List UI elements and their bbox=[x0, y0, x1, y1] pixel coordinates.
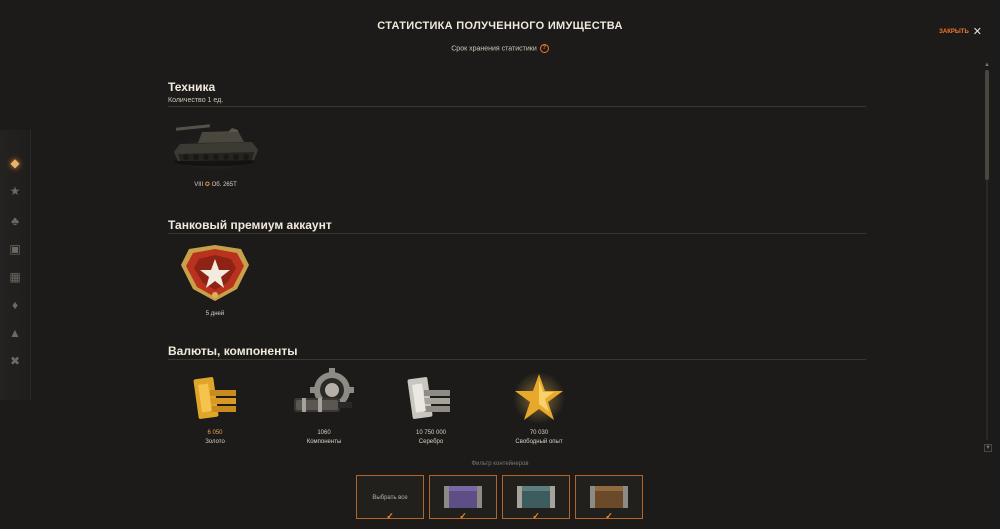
premium-divider bbox=[168, 233, 866, 234]
vehicles-divider bbox=[168, 106, 866, 107]
nav-item-equipment[interactable]: ▣ bbox=[6, 240, 24, 258]
tank-image bbox=[169, 124, 261, 170]
crew-icon: ♣ bbox=[11, 214, 19, 228]
nav-item-crew[interactable]: ♣ bbox=[6, 212, 24, 230]
components-icon bbox=[294, 368, 354, 412]
close-button[interactable]: ЗАКРЫТЬ ✕ bbox=[939, 26, 982, 38]
tank-tier: VIII bbox=[194, 182, 204, 188]
silver-label: Серебро bbox=[418, 439, 444, 445]
star-icon: ★ bbox=[9, 184, 21, 198]
tank-label: VIII ✪ Об. 265Т bbox=[168, 181, 263, 188]
tank-name: Об. 265Т bbox=[211, 182, 237, 188]
premium-section-title: Танковый премиум аккаунт bbox=[168, 218, 332, 232]
currencies-divider bbox=[168, 359, 866, 360]
nav-item-tools[interactable]: ✖ bbox=[6, 352, 24, 370]
storage-subtitle-text: Срок хранения статистики bbox=[451, 45, 537, 53]
tank-icon: ◆ bbox=[10, 156, 20, 170]
info-icon[interactable]: ? bbox=[539, 44, 549, 53]
silver-value: 10 750 000 bbox=[415, 430, 447, 436]
filter-container-3[interactable]: ✓ bbox=[575, 475, 643, 521]
vehicles-count: Количество 1 ед. bbox=[168, 97, 224, 104]
left-nav: ◆ ★ ♣ ▣ ▦ ♦ ▲ ✖ bbox=[0, 130, 31, 400]
nav-item-boosters[interactable]: ♦ bbox=[6, 296, 24, 314]
storage-subtitle: Срок хранения статистики? bbox=[0, 44, 1000, 53]
filter-container-1[interactable]: ✓ bbox=[429, 475, 497, 521]
select-all-label: Выбрать все bbox=[372, 495, 408, 501]
components-value: 1060 bbox=[317, 430, 331, 436]
gold-icon bbox=[193, 377, 236, 419]
tools-icon: ✖ bbox=[9, 354, 21, 368]
check-icon: ✓ bbox=[459, 511, 467, 521]
filter-select-all[interactable]: Выбрать все ✓ bbox=[356, 475, 424, 521]
free-xp-value: 70 030 bbox=[529, 430, 549, 436]
equipment-icon: ▣ bbox=[9, 242, 21, 256]
close-icon: ✕ bbox=[972, 26, 982, 38]
nav-item-ranks[interactable]: ▲ bbox=[6, 324, 24, 342]
booster-icon: ♦ bbox=[11, 298, 19, 312]
gold-value: 6 050 bbox=[207, 430, 223, 436]
components-label: Компоненты bbox=[306, 439, 342, 445]
check-icon: ✓ bbox=[605, 511, 613, 521]
scrollbar[interactable]: ▲ ▼ bbox=[984, 62, 992, 452]
scroll-thumb[interactable] bbox=[985, 70, 989, 180]
scroll-up-arrow[interactable]: ▲ bbox=[984, 62, 990, 68]
tank-card: VIII ✪ Об. 265Т bbox=[168, 118, 263, 188]
rank-icon: ▲ bbox=[9, 326, 21, 340]
nav-item-consumables[interactable]: ▦ bbox=[6, 268, 24, 286]
premium-duration: 5 дней bbox=[205, 311, 225, 317]
consumables-icon: ▦ bbox=[9, 270, 21, 284]
filter-container-2[interactable]: ✓ bbox=[502, 475, 570, 521]
free-xp-label: Свободный опыт bbox=[515, 439, 563, 445]
currencies-section-title: Валюты, компоненты bbox=[168, 344, 298, 358]
tank-nation-icon: ✪ bbox=[204, 182, 210, 188]
scroll-down-arrow[interactable]: ▼ bbox=[984, 444, 992, 452]
container-filter-label: Фильтр контейнеров bbox=[471, 461, 529, 467]
nav-item-premium[interactable]: ★ bbox=[6, 182, 24, 200]
free-xp-card: 70 030 Свободный опыт bbox=[504, 370, 574, 445]
silver-card: 10 750 000 Серебро bbox=[396, 370, 466, 445]
gold-card: 6 050 Золото bbox=[180, 370, 250, 445]
close-label: ЗАКРЫТЬ bbox=[939, 29, 969, 35]
check-icon: ✓ bbox=[532, 511, 540, 521]
free-xp-star-icon bbox=[513, 372, 565, 424]
gold-label: Золото bbox=[205, 439, 225, 445]
nav-item-vehicles[interactable]: ◆ bbox=[6, 154, 24, 172]
premium-card: 5 дней bbox=[175, 243, 255, 317]
premium-badge-icon bbox=[181, 245, 249, 301]
check-icon: ✓ bbox=[386, 511, 394, 521]
vehicles-section-title: Техника bbox=[168, 80, 216, 94]
silver-icon bbox=[407, 377, 450, 419]
page-title: СТАТИСТИКА ПОЛУЧЕННОГО ИМУЩЕСТВА bbox=[377, 20, 623, 32]
components-card: 1060 Компоненты bbox=[288, 368, 360, 445]
